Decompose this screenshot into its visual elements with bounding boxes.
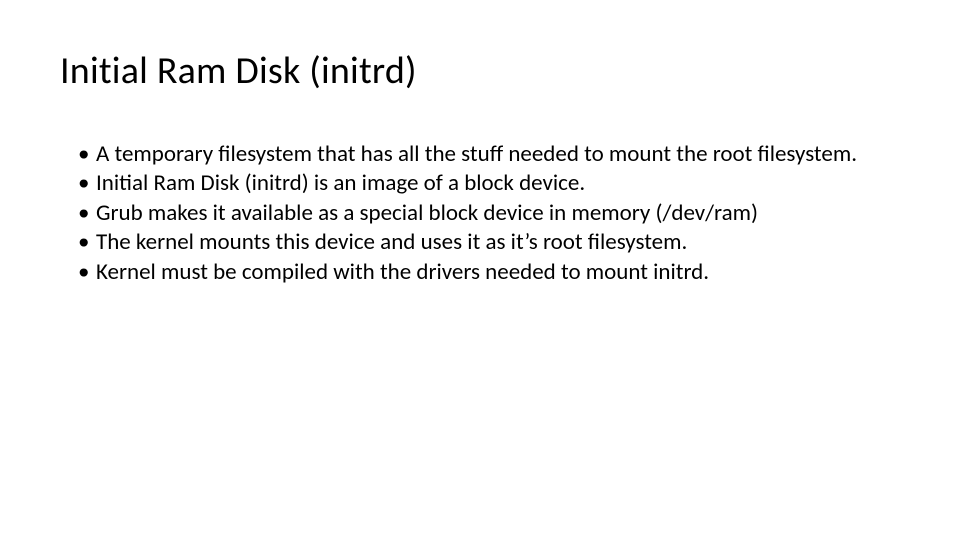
bullet-item: Grub makes it available as a special blo…: [78, 199, 900, 228]
bullet-item: A temporary filesystem that has all the …: [78, 140, 900, 169]
bullet-item: Initial Ram Disk (initrd) is an image of…: [78, 169, 900, 198]
bullet-item: Kernel must be compiled with the drivers…: [78, 258, 900, 287]
bullet-item: The kernel mounts this device and uses i…: [78, 228, 900, 257]
slide-title: Initial Ram Disk (initrd): [60, 48, 900, 94]
bullet-list: A temporary filesystem that has all the …: [60, 140, 900, 287]
